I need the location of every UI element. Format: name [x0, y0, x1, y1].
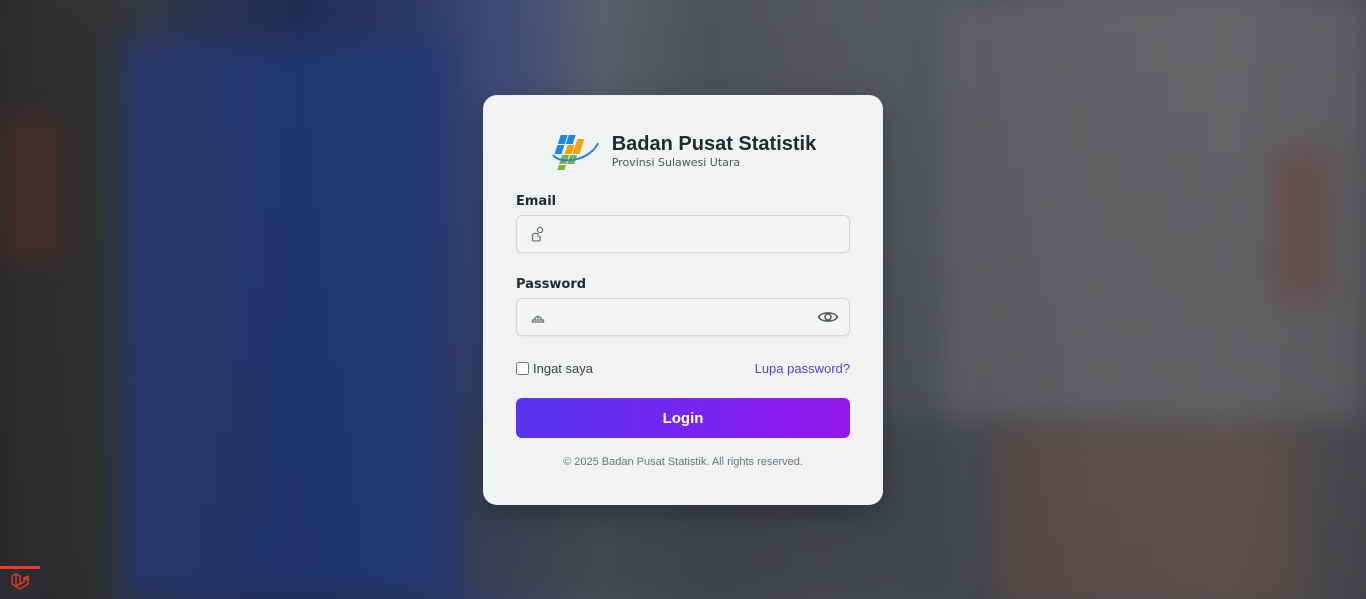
user-icon: [530, 226, 546, 242]
login-button[interactable]: Login: [516, 398, 850, 438]
options-row: Ingat saya Lupa password?: [516, 359, 850, 377]
email-label: Email: [516, 194, 557, 209]
password-input[interactable]: [546, 299, 817, 335]
email-input[interactable]: [546, 216, 839, 252]
forgot-password-link[interactable]: Lupa password?: [755, 361, 850, 376]
brand-subtitle: Provinsi Sulawesi Utara: [611, 156, 741, 169]
remember-label: Ingat saya: [533, 360, 593, 376]
laravel-icon: [10, 572, 30, 596]
brand-header: Badan Pusat Statistik Provinsi Sulawesi …: [516, 131, 850, 171]
password-label: Password: [516, 277, 587, 292]
copyright-text: © 2025 Badan Pusat Statistik. All rights…: [563, 456, 803, 468]
login-card: Badan Pusat Statistik Provinsi Sulawesi …: [483, 95, 883, 505]
brand-title: Badan Pusat Statistik: [611, 133, 817, 155]
remember-me[interactable]: Ingat saya: [516, 361, 593, 376]
bps-logo-icon: [550, 131, 602, 171]
remember-checkbox[interactable]: [516, 361, 529, 375]
password-field-wrapper: [516, 298, 850, 336]
eye-icon[interactable]: [817, 309, 839, 325]
email-field-wrapper: [516, 215, 850, 253]
laravel-debugbar-toggle[interactable]: [0, 566, 40, 599]
lock-icon: [530, 309, 546, 325]
